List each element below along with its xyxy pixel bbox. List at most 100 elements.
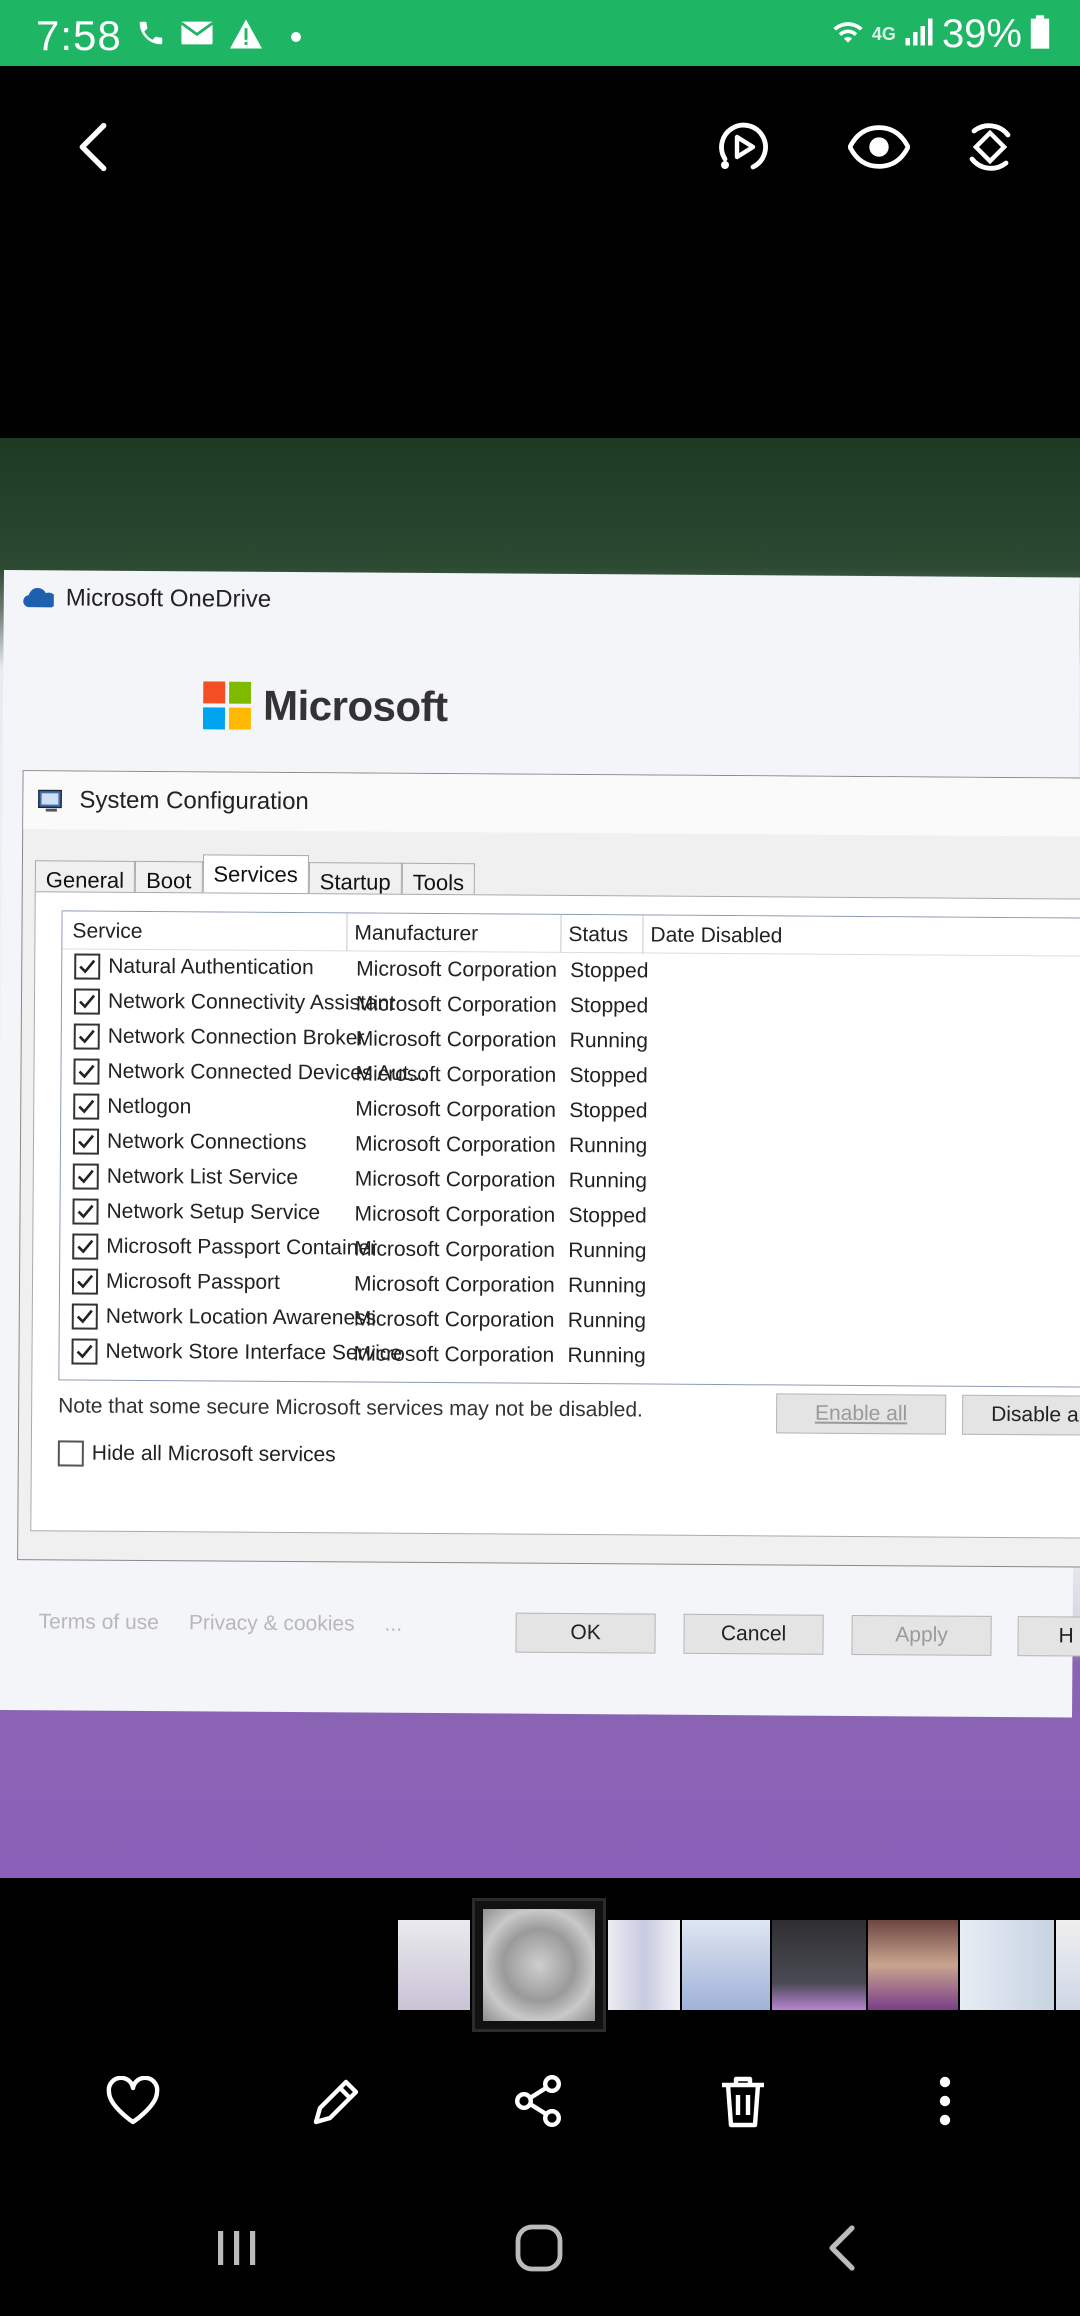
check-icon <box>76 1309 93 1324</box>
heart-icon <box>106 2076 160 2125</box>
thumbnail[interactable] <box>960 1920 1054 2010</box>
edit-icon <box>313 2079 359 2125</box>
service-checkbox[interactable] <box>72 1163 99 1190</box>
home-icon <box>515 2224 563 2272</box>
service-manufacturer: Microsoft Corporation <box>355 1062 557 1087</box>
wifi-icon <box>832 16 864 53</box>
thumbnail[interactable] <box>772 1920 866 2010</box>
service-checkbox[interactable] <box>73 1093 100 1120</box>
footer-links: Terms of use Privacy & cookies ... <box>39 1610 403 1637</box>
thumbnail[interactable] <box>868 1920 958 2010</box>
service-status: Running <box>568 1168 648 1193</box>
column-date-disabled[interactable]: Date Disabled <box>650 924 782 949</box>
service-manufacturer: Microsoft Corporation <box>355 1097 557 1122</box>
recent-apps-button[interactable] <box>202 2218 272 2278</box>
battery-percent: 39% <box>941 11 1022 56</box>
check-icon <box>78 1064 95 1079</box>
service-checkbox[interactable] <box>71 1268 99 1295</box>
share-icon <box>514 2074 562 2128</box>
service-manufacturer: Microsoft Corporation <box>354 1167 556 1192</box>
service-status: Stopped <box>569 1063 648 1088</box>
photo[interactable]: Microsoft OneDrive Microsoft System Conf… <box>0 438 1080 1878</box>
filmstrip <box>398 1898 1080 2032</box>
enable-all-button[interactable]: Enable all <box>775 1393 947 1435</box>
service-checkbox[interactable] <box>72 1233 99 1260</box>
service-checkbox[interactable] <box>73 988 101 1015</box>
service-checkbox[interactable] <box>71 1303 98 1330</box>
thumbnail[interactable] <box>1056 1920 1080 2010</box>
share-button[interactable] <box>504 2066 574 2136</box>
check-icon <box>77 1274 94 1289</box>
service-status: Running <box>569 1028 649 1053</box>
service-checkbox[interactable] <box>72 1128 100 1155</box>
check-icon <box>76 1344 93 1359</box>
cancel-label: Cancel <box>720 1622 787 1646</box>
check-icon <box>79 959 96 974</box>
more-button[interactable] <box>910 2066 980 2136</box>
phone-icon <box>136 18 166 53</box>
onedrive-title: Microsoft OneDrive <box>65 584 272 613</box>
more-icon <box>939 2076 951 2126</box>
rotate-button[interactable] <box>955 112 1025 182</box>
check-icon <box>78 1134 95 1149</box>
status-bar: 7:58 4G 39% <box>0 0 1080 66</box>
service-status: Running <box>568 1238 647 1263</box>
disable-all-button[interactable]: Disable a <box>961 1394 1080 1436</box>
check-icon <box>78 1029 95 1044</box>
favorite-button[interactable] <box>98 2066 168 2136</box>
services-table[interactable]: Service Manufacturer Status Date Disable… <box>58 910 1080 1388</box>
service-manufacturer: Microsoft Corporation <box>353 1307 555 1332</box>
enable-all-label: Enable all <box>814 1401 908 1426</box>
view-button[interactable] <box>844 112 914 182</box>
thumbnail[interactable] <box>608 1920 680 2010</box>
checkbox-box <box>57 1440 84 1467</box>
recent-apps-icon <box>218 2231 256 2265</box>
apply-button[interactable]: Apply <box>851 1614 992 1656</box>
nav-back-button[interactable] <box>806 2218 876 2278</box>
motion-photo-button[interactable] <box>708 112 778 182</box>
ok-button[interactable]: OK <box>515 1612 656 1654</box>
column-manufacturer[interactable]: Manufacturer <box>354 921 478 946</box>
microsoft-logo-icon <box>202 681 252 730</box>
privacy-link[interactable]: Privacy & cookies <box>189 1611 355 1636</box>
service-status: Stopped <box>570 958 649 983</box>
apply-label: Apply <box>895 1623 948 1647</box>
service-checkbox[interactable] <box>73 1058 100 1085</box>
table-row[interactable]: Network Store Interface Service Microsoft… <box>59 1334 1080 1376</box>
delete-button[interactable] <box>708 2066 778 2136</box>
home-button[interactable] <box>504 2218 574 2278</box>
cancel-button[interactable]: Cancel <box>683 1613 824 1655</box>
back-icon <box>829 2225 855 2271</box>
thumbnail-selected[interactable] <box>472 1898 606 2032</box>
service-status: Running <box>567 1273 647 1298</box>
services-panel: Service Manufacturer Status Date Disable… <box>30 891 1080 1539</box>
back-button[interactable] <box>58 112 128 182</box>
service-status: Running <box>567 1343 646 1368</box>
monitor-screen: Microsoft OneDrive Microsoft System Conf… <box>0 570 1080 1718</box>
mail-icon <box>180 18 214 53</box>
service-status: Running <box>567 1308 647 1333</box>
disable-all-label: Disable a <box>991 1402 1079 1427</box>
check-icon <box>77 1204 94 1219</box>
column-service[interactable]: Service <box>72 919 142 943</box>
thumbnail[interactable] <box>398 1920 470 2010</box>
terms-link[interactable]: Terms of use <box>39 1610 159 1635</box>
hide-ms-services-checkbox[interactable]: Hide all Microsoft services <box>57 1440 336 1468</box>
dialog-titlebar: System Configuration <box>23 771 1080 837</box>
onedrive-icon <box>23 588 54 608</box>
service-checkbox[interactable] <box>73 1023 100 1050</box>
thumbnail[interactable] <box>682 1920 770 2010</box>
service-checkbox[interactable] <box>71 1338 98 1365</box>
service-checkbox[interactable] <box>72 1198 99 1225</box>
edit-button[interactable] <box>302 2066 372 2136</box>
signal-icon <box>904 17 934 52</box>
service-manufacturer: Microsoft Corporation <box>355 1027 557 1052</box>
check-icon <box>78 1099 95 1114</box>
column-status[interactable]: Status <box>568 923 628 947</box>
help-button[interactable]: H <box>1017 1616 1080 1657</box>
hide-ms-services-label: Hide all Microsoft services <box>91 1441 336 1467</box>
check-icon <box>77 1239 94 1254</box>
more-link[interactable]: ... <box>385 1613 403 1637</box>
service-checkbox[interactable] <box>74 953 101 980</box>
column-divider <box>560 914 562 953</box>
